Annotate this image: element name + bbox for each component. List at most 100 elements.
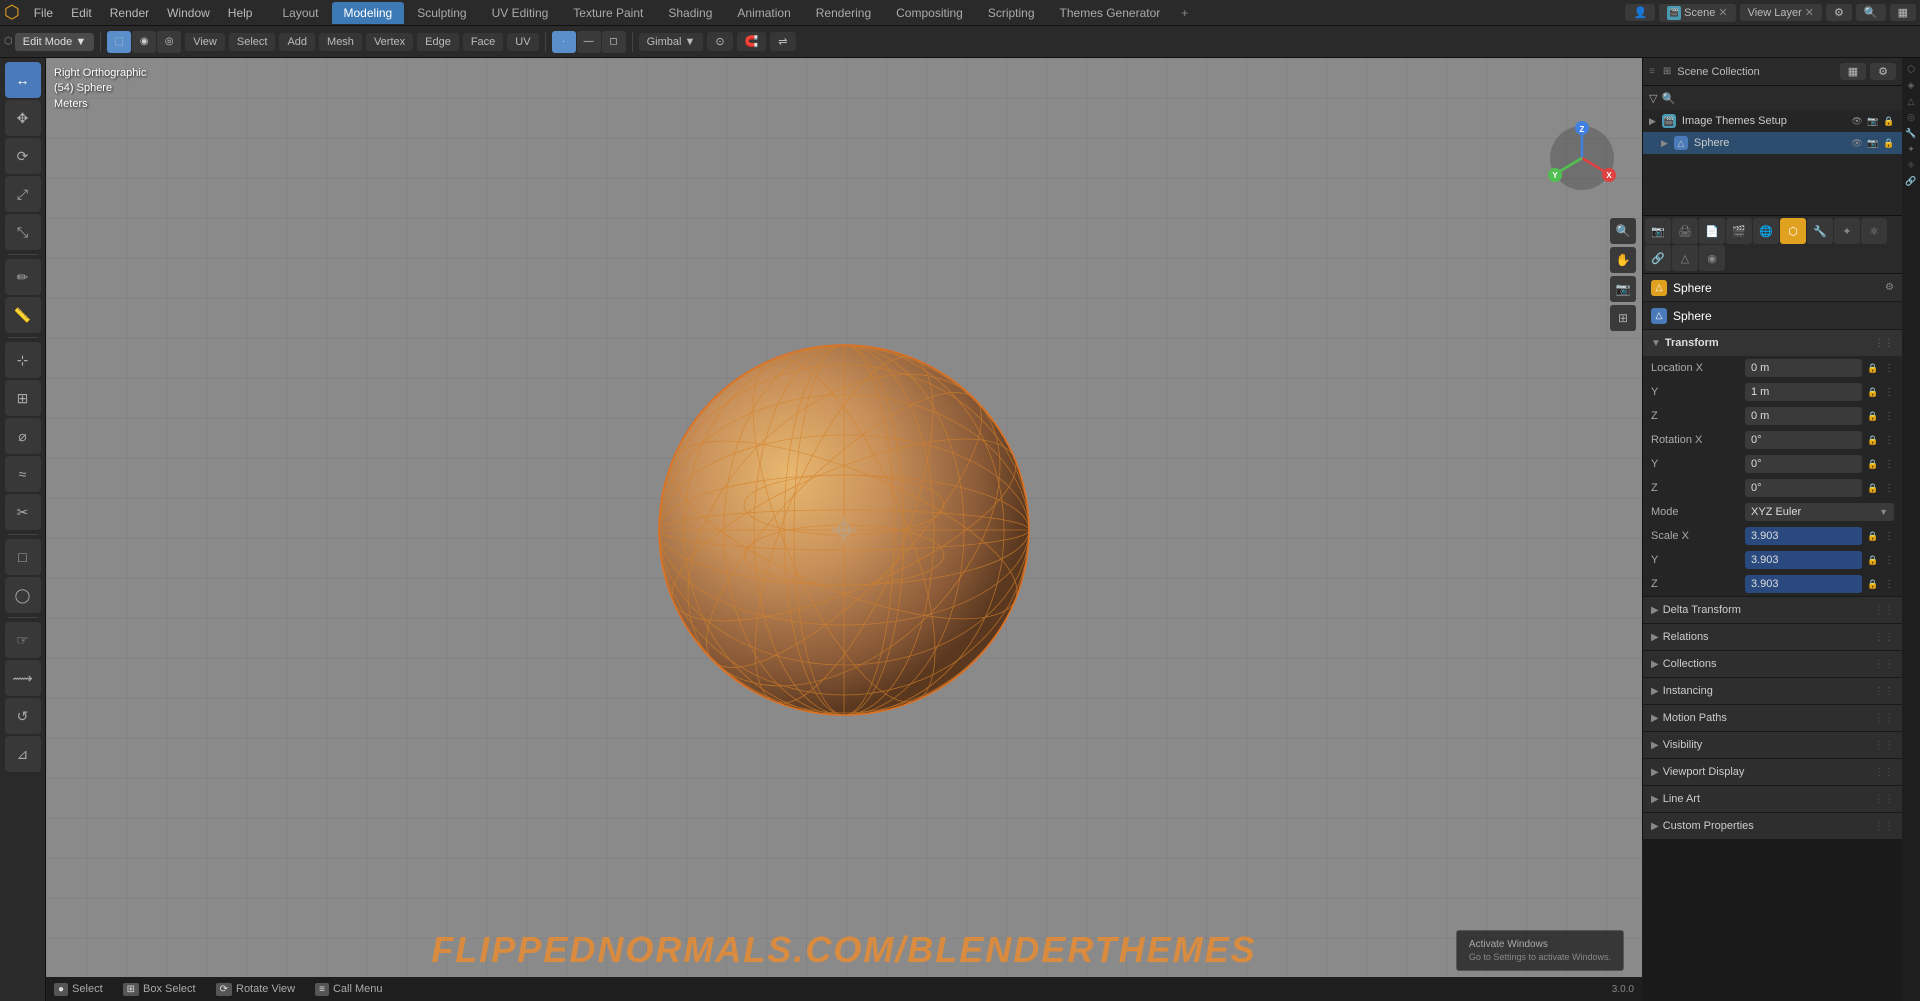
3d-viewport[interactable]: Right Orthographic (54) Sphere Meters Z …: [46, 58, 1642, 1001]
fr-icon-3[interactable]: △: [1904, 94, 1918, 108]
line-art-header[interactable]: ▶ Line Art ⋮⋮: [1643, 786, 1902, 812]
collections-header[interactable]: ▶ Collections ⋮⋮: [1643, 651, 1902, 677]
user-account-button[interactable]: 👤: [1625, 4, 1655, 21]
constraints-properties-tab[interactable]: 🔗: [1645, 245, 1671, 271]
tab-compositing[interactable]: Compositing: [884, 2, 975, 24]
rotation-y-lock[interactable]: 🔒: [1866, 457, 1880, 471]
scale-y-lock[interactable]: 🔒: [1866, 553, 1880, 567]
grab-tool-button[interactable]: ☞: [5, 622, 41, 658]
tab-sculpting[interactable]: Sculpting: [405, 2, 478, 24]
slide-tool-button[interactable]: ⟿: [5, 660, 41, 696]
scale-z-value[interactable]: 3.903: [1745, 575, 1862, 593]
custom-properties-header[interactable]: ▶ Custom Properties ⋮⋮: [1643, 813, 1902, 839]
location-x-lock[interactable]: 🔒: [1866, 361, 1880, 375]
outliner-item-scene[interactable]: ▶ 🎬 Image Themes Setup 👁 📷 🔒: [1643, 110, 1902, 132]
shear-tool-button[interactable]: ⊿: [5, 736, 41, 772]
view-layer-selector[interactable]: View Layer ✕: [1740, 4, 1822, 21]
object-properties-tab[interactable]: ⬡: [1780, 218, 1806, 244]
outliner-item-sphere[interactable]: ▶ △ Sphere 👁 📷 🔒: [1643, 132, 1902, 154]
tab-texture-paint[interactable]: Texture Paint: [561, 2, 655, 24]
physics-properties-tab[interactable]: ⚛: [1861, 218, 1887, 244]
face-button[interactable]: Face: [463, 33, 503, 51]
tab-uv-editing[interactable]: UV Editing: [480, 2, 561, 24]
tab-themes-generator[interactable]: Themes Generator: [1048, 2, 1173, 24]
zoom-in-button[interactable]: 🔍: [1610, 218, 1636, 244]
search-button[interactable]: 🔍: [1856, 4, 1886, 21]
world-properties-tab[interactable]: 🌐: [1753, 218, 1779, 244]
mode-selector[interactable]: Edit Mode ▼: [15, 33, 94, 51]
modifier-properties-tab[interactable]: 🔧: [1807, 218, 1833, 244]
delta-transform-header[interactable]: ▶ Delta Transform ⋮⋮: [1643, 597, 1902, 623]
tab-modeling[interactable]: Modeling: [332, 2, 405, 24]
scale-x-lock[interactable]: 🔒: [1866, 529, 1880, 543]
fr-icon-4[interactable]: ◎: [1904, 110, 1918, 124]
rotation-x-value[interactable]: 0°: [1745, 431, 1862, 449]
scale-z-lock[interactable]: 🔒: [1866, 577, 1880, 591]
spin-tool-button[interactable]: ↺: [5, 698, 41, 734]
rotation-mode-value[interactable]: XYZ Euler ▼: [1745, 503, 1894, 521]
scale-tool-button[interactable]: ⤢: [5, 176, 41, 212]
tab-animation[interactable]: Animation: [725, 2, 802, 24]
tab-rendering[interactable]: Rendering: [804, 2, 883, 24]
navigation-gizmo[interactable]: Z X Y: [1542, 118, 1622, 198]
inset-tool-button[interactable]: ⊞: [5, 380, 41, 416]
location-y-value[interactable]: 1 m: [1745, 383, 1862, 401]
loop-cut-tool-button[interactable]: ≈: [5, 456, 41, 492]
menu-window[interactable]: Window: [159, 4, 218, 22]
primitive-sphere-button[interactable]: ◯: [5, 577, 41, 613]
pan-button[interactable]: ✋: [1610, 247, 1636, 273]
fr-icon-8[interactable]: 🔗: [1904, 174, 1918, 188]
fr-icon-7[interactable]: ⚛: [1904, 158, 1918, 172]
rotation-y-value[interactable]: 0°: [1745, 455, 1862, 473]
rotate-tool-button[interactable]: ⟳: [5, 138, 41, 174]
proportional-edit-button[interactable]: ⊙: [707, 32, 732, 51]
location-z-value[interactable]: 0 m: [1745, 407, 1862, 425]
measure-tool-button[interactable]: 📏: [5, 297, 41, 333]
scene-properties-tab[interactable]: 🎬: [1726, 218, 1752, 244]
instancing-header[interactable]: ▶ Instancing ⋮⋮: [1643, 678, 1902, 704]
face-select-button[interactable]: ◻: [602, 31, 626, 53]
view-layer-properties-tab[interactable]: 📄: [1699, 218, 1725, 244]
outliner-eye-icon-1[interactable]: 👁: [1850, 114, 1864, 128]
add-button[interactable]: Add: [279, 33, 315, 51]
material-button[interactable]: ◎: [157, 31, 181, 53]
edge-select-button[interactable]: —: [577, 31, 601, 53]
fr-icon-2[interactable]: ◈: [1904, 78, 1918, 92]
grid-button[interactable]: ⊞: [1610, 305, 1636, 331]
outliner-camera-icon-1[interactable]: 📷: [1866, 114, 1880, 128]
outliner-camera-icon-2[interactable]: 📷: [1866, 136, 1880, 150]
menu-edit[interactable]: Edit: [63, 4, 100, 22]
particles-properties-tab[interactable]: ✦: [1834, 218, 1860, 244]
motion-paths-header[interactable]: ▶ Motion Paths ⋮⋮: [1643, 705, 1902, 731]
rp-filter-button[interactable]: ▦: [1840, 63, 1866, 80]
visibility-header[interactable]: ▶ Visibility ⋮⋮: [1643, 732, 1902, 758]
rp-settings-button[interactable]: ⚙: [1870, 63, 1896, 80]
render-properties-tab[interactable]: 📷: [1645, 218, 1671, 244]
uv-button[interactable]: UV: [507, 33, 538, 51]
outliner-eye-icon-2[interactable]: 👁: [1850, 136, 1864, 150]
menu-help[interactable]: Help: [220, 4, 261, 22]
cursor-tool-button[interactable]: ↔: [5, 62, 41, 98]
output-properties-tab[interactable]: 🖨: [1672, 218, 1698, 244]
fr-icon-6[interactable]: ✦: [1904, 142, 1918, 156]
annotate-tool-button[interactable]: ✏: [5, 259, 41, 295]
relations-header[interactable]: ▶ Relations ⋮⋮: [1643, 624, 1902, 650]
material-properties-tab[interactable]: ◉: [1699, 245, 1725, 271]
fr-icon-5[interactable]: 🔧: [1904, 126, 1918, 140]
transform-section-header[interactable]: ▼ Transform ⋮⋮: [1643, 330, 1902, 356]
extrude-tool-button[interactable]: ⊹: [5, 342, 41, 378]
snap-button[interactable]: 🧲: [737, 32, 767, 51]
tab-shading[interactable]: Shading: [656, 2, 724, 24]
scale-y-value[interactable]: 3.903: [1745, 551, 1862, 569]
primitive-cube-button[interactable]: □: [5, 539, 41, 575]
filter-button[interactable]: ▦: [1890, 4, 1916, 21]
location-y-lock[interactable]: 🔒: [1866, 385, 1880, 399]
add-workspace-button[interactable]: +: [1173, 2, 1196, 24]
render-settings-button[interactable]: ⚙: [1826, 4, 1852, 21]
location-z-lock[interactable]: 🔒: [1866, 409, 1880, 423]
data-properties-tab[interactable]: △: [1672, 245, 1698, 271]
rotation-z-lock[interactable]: 🔒: [1866, 481, 1880, 495]
mesh-button[interactable]: Mesh: [319, 33, 362, 51]
transform-tool-button[interactable]: ⤡: [5, 214, 41, 250]
outliner-hide-icon-2[interactable]: 🔒: [1882, 136, 1896, 150]
